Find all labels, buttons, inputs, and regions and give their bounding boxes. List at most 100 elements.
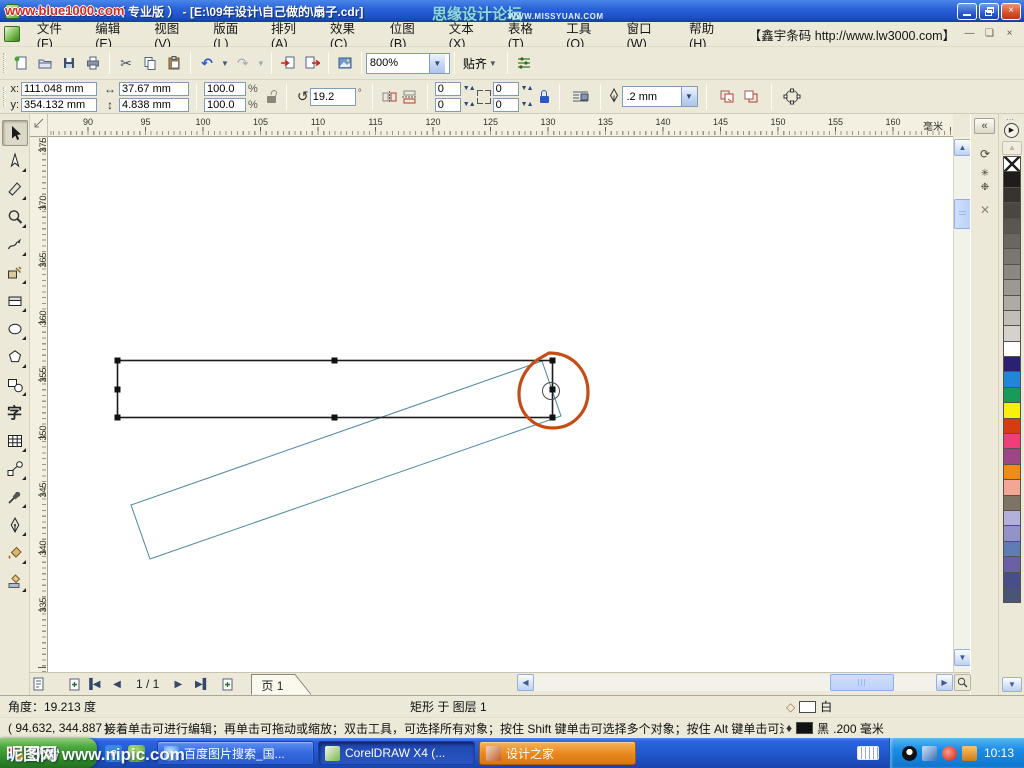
selection-handles[interactable] <box>115 358 556 421</box>
color-swatch-4[interactable] <box>1003 218 1021 234</box>
wrap-paragraph-text-button[interactable] <box>569 85 593 109</box>
collapse-docker-button[interactable]: « <box>974 118 995 134</box>
horizontal-scroll-thumb[interactable] <box>830 674 894 691</box>
color-swatch-17[interactable] <box>1003 418 1021 434</box>
qq-tray-icon[interactable] <box>902 746 917 761</box>
mirror-vertical-button[interactable] <box>400 87 420 107</box>
scale-h-field[interactable] <box>204 82 246 96</box>
ie-quicklaunch-icon[interactable]: e <box>105 745 122 762</box>
zoom-dropdown-arrow[interactable]: ▼ <box>429 54 445 73</box>
table-tool[interactable] <box>2 428 28 454</box>
color-swatch-1[interactable] <box>1003 171 1021 187</box>
color-swatch-27[interactable] <box>1003 572 1021 588</box>
color-swatch-11[interactable] <box>1003 325 1021 341</box>
color-swatch-24[interactable] <box>1003 525 1021 541</box>
tray-icon-orange[interactable] <box>962 746 977 761</box>
scale-v-field[interactable] <box>204 98 246 112</box>
undo-button[interactable]: ↶ <box>195 51 219 75</box>
nonproportional-lock-button[interactable] <box>266 90 277 103</box>
doc-restore-button[interactable]: ❏ <box>981 27 998 42</box>
scroll-down-button[interactable]: ▼ <box>954 649 971 666</box>
horizontal-ruler[interactable]: 9095100105110115120125130135140145150155… <box>48 114 953 137</box>
text-tool[interactable]: 字 <box>2 400 28 426</box>
first-page-button[interactable]: ▐◀ <box>84 675 102 693</box>
export-button[interactable] <box>300 51 324 75</box>
pick-tool[interactable] <box>2 120 28 146</box>
color-swatch-12[interactable] <box>1003 341 1021 357</box>
corner-radius-right-bottom[interactable] <box>493 98 519 112</box>
vertical-scroll-thumb[interactable] <box>954 199 971 229</box>
rectangle-tool[interactable] <box>2 288 28 314</box>
fill-indicator[interactable]: ◇ 白 <box>786 698 832 715</box>
save-button[interactable] <box>57 51 81 75</box>
quicklaunch-icon[interactable] <box>128 745 145 762</box>
import-button[interactable] <box>276 51 300 75</box>
color-swatch-23[interactable] <box>1003 510 1021 526</box>
color-swatch-8[interactable] <box>1003 279 1021 295</box>
color-swatch-5[interactable] <box>1003 233 1021 249</box>
vertical-ruler[interactable]: 375370365360355350345340335 <box>30 137 48 672</box>
color-swatch-26[interactable] <box>1003 556 1021 572</box>
paste-button[interactable] <box>162 51 186 75</box>
copy-button[interactable] <box>138 51 162 75</box>
start-button[interactable]: 开始 <box>0 738 97 768</box>
outline-pen-tool[interactable] <box>2 512 28 538</box>
zoom-level-combo[interactable]: ▼ <box>366 53 450 74</box>
restore-button[interactable] <box>979 3 999 20</box>
task-button-coreldraw[interactable]: CorelDRAW X4 (... <box>318 741 475 765</box>
color-swatch-22[interactable] <box>1003 495 1021 511</box>
smart-fill-tool[interactable] <box>2 260 28 286</box>
close-button[interactable]: × <box>1001 3 1021 20</box>
color-swatch-16[interactable] <box>1003 402 1021 418</box>
object-width-field[interactable] <box>119 82 189 96</box>
horizontal-scrollbar[interactable] <box>534 674 936 691</box>
rotate-docker-icon[interactable]: ⟳ <box>977 146 993 162</box>
close-docker-button[interactable]: ✕ <box>977 202 993 218</box>
task-button-shejizhijia[interactable]: 设计之家 <box>479 741 636 765</box>
outline-width-combo[interactable]: .2 mm ▼ <box>622 86 698 107</box>
zoom-navigator-button[interactable] <box>954 674 971 691</box>
round-corners-together-lock[interactable] <box>539 90 550 103</box>
skew-docker-icon[interactable]: ❉ <box>977 180 993 196</box>
color-swatch-20[interactable] <box>1003 464 1021 480</box>
color-swatch-6[interactable] <box>1003 248 1021 264</box>
color-swatch-21[interactable] <box>1003 479 1021 495</box>
cut-button[interactable]: ✂ <box>114 51 138 75</box>
add-page-start-button[interactable] <box>66 675 84 693</box>
scroll-right-button[interactable]: ▶ <box>936 674 953 691</box>
to-front-button[interactable] <box>715 85 739 109</box>
object-height-field[interactable] <box>119 98 189 112</box>
crop-tool[interactable] <box>2 176 28 202</box>
ellipse-tool[interactable] <box>2 316 28 342</box>
color-swatch-2[interactable] <box>1003 187 1021 203</box>
tray-icon-red[interactable] <box>942 746 957 761</box>
interactive-blend-tool[interactable] <box>2 456 28 482</box>
toolbar-grip[interactable] <box>3 53 6 73</box>
doc-minimize-button[interactable]: — <box>961 27 978 42</box>
basic-shapes-tool[interactable] <box>2 372 28 398</box>
shape-tool[interactable] <box>2 148 28 174</box>
to-back-button[interactable] <box>739 85 763 109</box>
rotated-rectangle-preview[interactable] <box>131 361 561 559</box>
color-swatch-15[interactable] <box>1003 387 1021 403</box>
ruler-origin[interactable] <box>30 114 48 137</box>
network-tray-icon[interactable] <box>922 746 937 761</box>
freehand-tool[interactable] <box>2 232 28 258</box>
color-swatch-9[interactable] <box>1003 295 1021 311</box>
doc-close-button[interactable]: × <box>1001 27 1018 42</box>
palette-scroll-down[interactable]: ▼ <box>1002 677 1022 692</box>
outline-indicator[interactable]: ♦ 黑 .200 毫米 <box>786 720 884 737</box>
color-swatch-28[interactable] <box>1003 587 1021 603</box>
interactive-fill-tool[interactable] <box>2 568 28 594</box>
next-page-button[interactable]: ▶ <box>169 675 187 693</box>
color-swatch-25[interactable] <box>1003 541 1021 557</box>
zoom-level-input[interactable] <box>367 55 429 72</box>
redo-button[interactable]: ↷ <box>231 51 255 75</box>
corner-radius-right-top[interactable] <box>493 82 519 96</box>
convert-to-curves-button[interactable] <box>780 85 804 109</box>
palette-scroll-up[interactable]: ▲ <box>1002 141 1022 155</box>
scroll-left-button[interactable]: ◀ <box>517 674 534 691</box>
redo-dropdown[interactable]: ▼ <box>255 59 267 68</box>
new-document-button[interactable] <box>9 51 33 75</box>
snap-to-button[interactable]: 贴齐 ▼ <box>459 51 503 75</box>
